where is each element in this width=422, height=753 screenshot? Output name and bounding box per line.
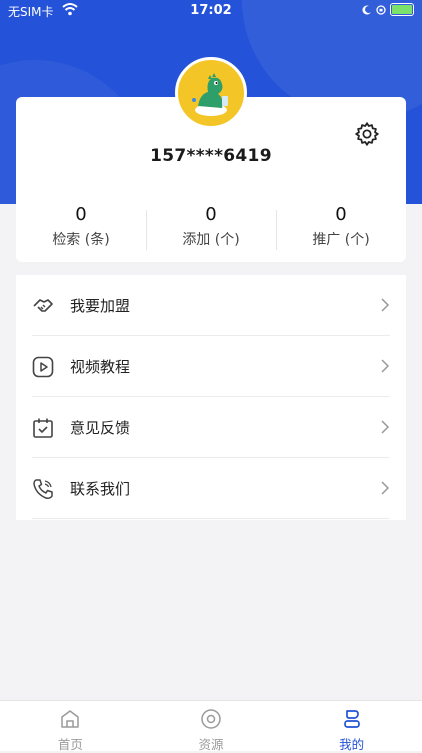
- orientation-lock-icon: [376, 4, 386, 15]
- stat-label: 推广 (个): [312, 232, 370, 248]
- stat-added[interactable]: 0 添加 (个): [146, 204, 276, 250]
- stat-value: 0: [335, 204, 347, 225]
- menu-item-contact[interactable]: 联系我们: [16, 458, 406, 519]
- handshake-icon: [33, 299, 53, 312]
- avatar[interactable]: [175, 57, 247, 129]
- chevron-right-icon: [381, 359, 390, 373]
- tab-resources[interactable]: 资源: [141, 701, 282, 752]
- tab-mine[interactable]: 我的: [281, 701, 422, 752]
- status-bar: 无SIM卡 17:02: [0, 0, 422, 22]
- stats-row: 0 检索 (条) 0 添加 (个) 0 推广 (个): [16, 204, 406, 250]
- tab-label: 首页: [57, 737, 83, 752]
- clock: 17:02: [190, 3, 232, 18]
- tab-home[interactable]: 首页: [0, 701, 141, 752]
- stat-value: 0: [205, 204, 217, 225]
- chevron-right-icon: [381, 298, 390, 312]
- phone-number: 157****6419: [150, 146, 272, 166]
- menu-list: 我要加盟 视频教程 意见反馈 联系我们: [16, 275, 406, 520]
- chevron-right-icon: [381, 481, 390, 495]
- profile-icon: [343, 710, 360, 728]
- tab-label: 资源: [198, 737, 224, 752]
- calendar-check-icon: [33, 418, 53, 438]
- dinosaur-avatar-icon: [192, 73, 228, 116]
- settings-gear-icon[interactable]: [354, 121, 380, 147]
- divider: [32, 518, 390, 519]
- chevron-right-icon: [381, 420, 390, 434]
- menu-item-video-tutorial[interactable]: 视频教程: [16, 336, 406, 397]
- stat-label: 添加 (个): [182, 232, 240, 248]
- menu-item-feedback[interactable]: 意见反馈: [16, 397, 406, 458]
- stat-label: 检索 (条): [52, 232, 110, 248]
- moon-icon: [362, 5, 371, 15]
- home-icon: [61, 710, 80, 728]
- menu-label: 联系我们: [70, 480, 131, 498]
- battery-icon: [390, 3, 414, 16]
- play-icon: [32, 356, 54, 378]
- status-icons: [362, 3, 414, 16]
- resource-icon: [201, 709, 221, 729]
- stat-value: 0: [75, 204, 87, 225]
- menu-label: 我要加盟: [70, 297, 131, 315]
- tab-label: 我的: [339, 737, 365, 752]
- phone-icon: [33, 479, 53, 499]
- stat-promotion[interactable]: 0 推广 (个): [276, 204, 406, 250]
- menu-item-join[interactable]: 我要加盟: [16, 275, 406, 336]
- menu-label: 视频教程: [70, 358, 131, 376]
- menu-label: 意见反馈: [70, 419, 131, 437]
- tab-bar: 首页 资源 我的: [0, 700, 422, 752]
- stat-search[interactable]: 0 检索 (条): [16, 204, 146, 249]
